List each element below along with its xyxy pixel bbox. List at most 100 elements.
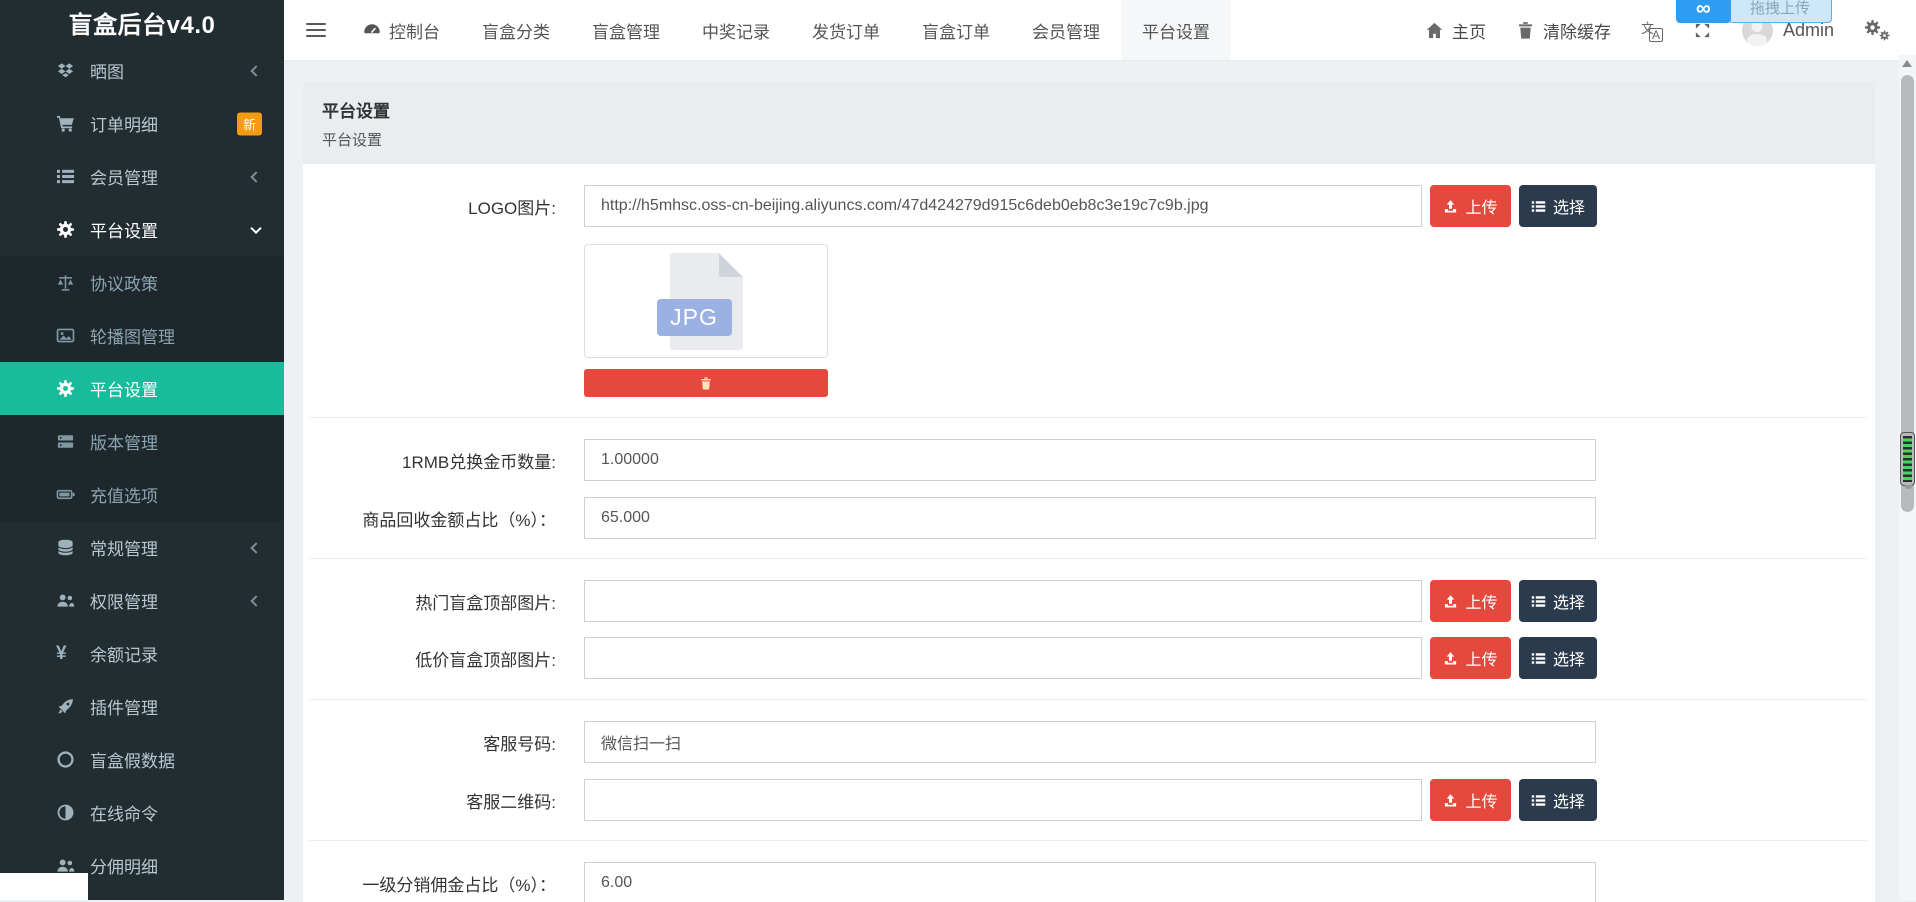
- form-row-logo: LOGO图片: 上传 选择: [303, 185, 1875, 227]
- low-top-input[interactable]: [584, 637, 1422, 679]
- sidebar-item-member-mgmt[interactable]: 会员管理: [0, 150, 284, 203]
- recycle-label: 商品回收金额占比（%）：: [303, 506, 556, 531]
- panel-header: 平台设置 平台设置: [303, 82, 1875, 164]
- service-no-input[interactable]: [584, 721, 1596, 763]
- sidebar-item-version-mgmt[interactable]: 版本管理: [0, 415, 284, 468]
- tab-blindbox-mgmt[interactable]: 盲盒管理: [571, 0, 681, 60]
- list-icon: [1531, 793, 1546, 808]
- service-qr-upload-button[interactable]: 上传: [1430, 779, 1511, 821]
- service-qr-choose-button[interactable]: 选择: [1519, 779, 1597, 821]
- sidebar: 盲盒后台v4.0 晒图 订单明细 新 会员管理 平台设置 协议: [0, 0, 284, 900]
- service-qr-input[interactable]: [584, 779, 1422, 821]
- logo-delete-button[interactable]: [584, 369, 828, 397]
- logo-thumbnail[interactable]: JPG: [584, 244, 828, 358]
- new-badge: 新: [237, 112, 262, 135]
- page-subtitle: 平台设置: [322, 129, 1856, 150]
- hot-top-upload-button[interactable]: 上传: [1430, 580, 1511, 622]
- section-divider: [309, 417, 1867, 418]
- gear-icon: [56, 220, 83, 239]
- logo-url-input[interactable]: [584, 185, 1422, 227]
- infinity-upload-button[interactable]: ∞: [1676, 0, 1731, 23]
- recycle-input[interactable]: [584, 497, 1596, 539]
- sidebar-item-permission-mgmt[interactable]: 权限管理: [0, 574, 284, 627]
- chevron-left-icon: [250, 65, 261, 76]
- logo-delete-row: [584, 369, 1875, 397]
- list-icon: [1531, 651, 1546, 666]
- yen-icon: ¥: [56, 644, 83, 663]
- form-row-hot-top: 热门盲盒顶部图片: 上传 选择: [303, 580, 1875, 622]
- scroll-indicator-widget: [1900, 432, 1915, 486]
- section-divider: [309, 699, 1867, 700]
- sidebar-item-plugin-mgmt[interactable]: 插件管理: [0, 680, 284, 733]
- settings-gears-icon[interactable]: [1864, 19, 1890, 41]
- rocket-icon: [56, 697, 83, 716]
- users-icon: [56, 591, 83, 610]
- logo-upload-button[interactable]: 上传: [1430, 185, 1511, 227]
- dropbox-icon: [56, 61, 83, 80]
- service-no-label: 客服号码:: [303, 730, 556, 755]
- form-row-service-qr: 客服二维码: 上传 选择: [303, 779, 1875, 821]
- service-qr-label: 客服二维码:: [303, 788, 556, 813]
- tab-platform-settings[interactable]: 平台设置: [1121, 0, 1231, 60]
- trash-icon: [699, 376, 713, 391]
- page-title: 平台设置: [322, 97, 1856, 122]
- battery-icon: [56, 485, 83, 504]
- sidebar-item-platform-settings[interactable]: 平台设置: [0, 362, 284, 415]
- tab-blindbox-category[interactable]: 盲盒分类: [461, 0, 571, 60]
- sidebar-item-blindbox-fakedata[interactable]: 盲盒假数据: [0, 733, 284, 786]
- sidebar-item-carousel-mgmt[interactable]: 轮播图管理: [0, 309, 284, 362]
- form-row-recycle: 商品回收金额占比（%）：: [303, 497, 1875, 539]
- app-title: 盲盒后台v4.0: [0, 0, 284, 44]
- infinity-icon: ∞: [1696, 0, 1711, 21]
- sidebar-item-agreement-policy[interactable]: 协议政策: [0, 256, 284, 309]
- dashboard-icon: [363, 21, 381, 39]
- low-top-upload-button[interactable]: 上传: [1430, 637, 1511, 679]
- list-icon: [1531, 594, 1546, 609]
- home-link[interactable]: 主页: [1425, 18, 1486, 43]
- sidebar-item-online-command[interactable]: 在线命令: [0, 786, 284, 839]
- rmb-input[interactable]: [584, 439, 1596, 481]
- commission1-input[interactable]: [584, 862, 1596, 902]
- sidebar-item-order-detail[interactable]: 订单明细 新: [0, 97, 284, 150]
- home-icon: [1425, 21, 1444, 40]
- page-scrollbar[interactable]: [1899, 55, 1916, 900]
- sidebar-item-recharge-options[interactable]: 充值选项: [0, 468, 284, 521]
- hamburger-menu-icon[interactable]: [306, 19, 326, 41]
- scroll-up-arrow-icon[interactable]: [1902, 60, 1912, 67]
- clear-cache-link[interactable]: 清除缓存: [1516, 18, 1611, 43]
- form-row-rmb: 1RMB兑换金币数量:: [303, 439, 1875, 481]
- logo-choose-button[interactable]: 选择: [1519, 185, 1597, 227]
- tab-console[interactable]: 控制台: [342, 0, 461, 60]
- sidebar-item-platform-settings-parent[interactable]: 平台设置: [0, 203, 284, 256]
- trash-icon: [1516, 21, 1535, 40]
- hot-top-choose-button[interactable]: 选择: [1519, 580, 1597, 622]
- gear-icon: [56, 379, 83, 398]
- jpg-file-icon: JPG: [670, 253, 743, 350]
- sidebar-item-balance-records[interactable]: ¥ 余额记录: [0, 627, 284, 680]
- chevron-left-icon: [250, 542, 261, 553]
- drag-upload-button[interactable]: 拖拽上传: [1728, 0, 1832, 23]
- bottom-left-popup: [0, 873, 88, 900]
- tab-blindbox-orders[interactable]: 盲盒订单: [901, 0, 1011, 60]
- tab-winning-records[interactable]: 中奖记录: [681, 0, 791, 60]
- tab-member-mgmt[interactable]: 会员管理: [1011, 0, 1121, 60]
- upload-icon: [1443, 594, 1458, 609]
- section-divider: [309, 840, 1867, 841]
- tab-shipping-orders[interactable]: 发货订单: [791, 0, 901, 60]
- upload-icon: [1443, 651, 1458, 666]
- chevron-down-icon: [250, 222, 261, 233]
- hot-top-input[interactable]: [584, 580, 1422, 622]
- list-icon: [1531, 199, 1546, 214]
- cart-icon: [56, 114, 83, 133]
- sidebar-item-shaitu[interactable]: 晒图: [0, 44, 284, 97]
- chevron-left-icon: [250, 595, 261, 606]
- sidebar-item-general-mgmt[interactable]: 常规管理: [0, 521, 284, 574]
- section-divider: [309, 558, 1867, 559]
- translate-icon[interactable]: 文A: [1641, 20, 1663, 40]
- top-navbar: 控制台 盲盒分类 盲盒管理 中奖记录 发货订单 盲盒订单 会员管理 平台设置 主…: [284, 0, 1916, 61]
- form-row-low-top: 低价盲盒顶部图片: 上传 选择: [303, 637, 1875, 679]
- scale-icon: [56, 273, 83, 292]
- low-top-choose-button[interactable]: 选择: [1519, 637, 1597, 679]
- fullscreen-icon[interactable]: [1693, 21, 1712, 40]
- drag-upload-popover: ∞ 拖拽上传: [1676, 0, 1832, 23]
